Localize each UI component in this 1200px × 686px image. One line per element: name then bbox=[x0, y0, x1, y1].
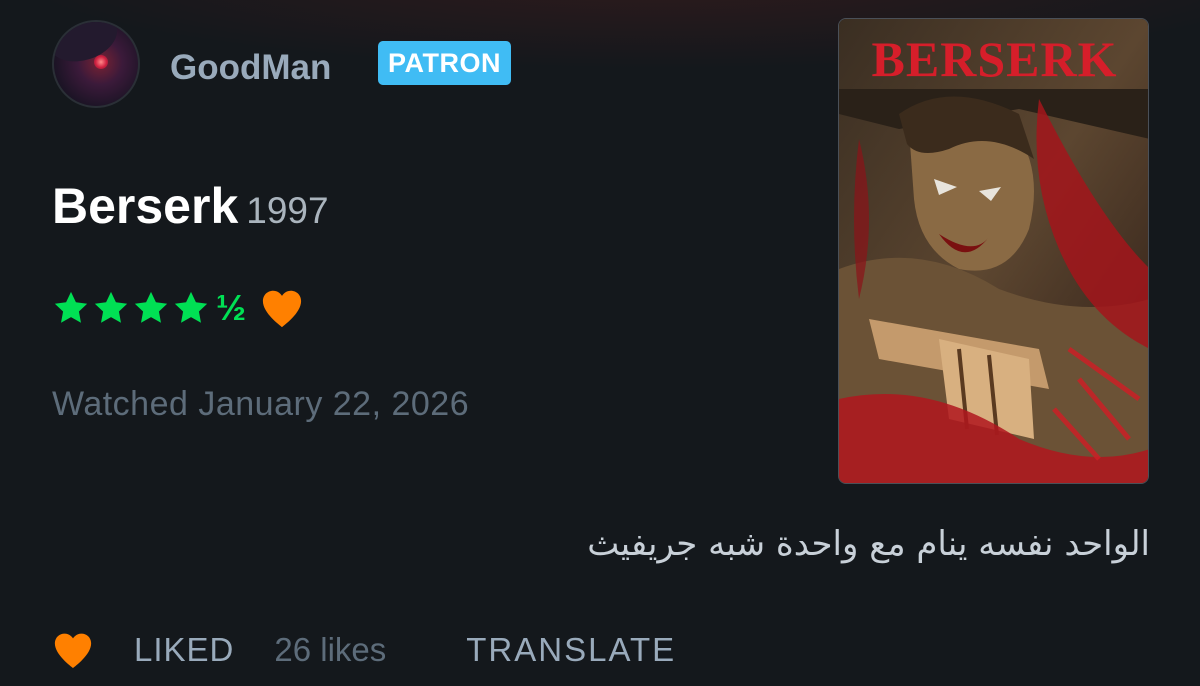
translate-button[interactable]: TRANSLATE bbox=[466, 631, 676, 669]
review-actions: LIKED 26 likes TRANSLATE bbox=[52, 628, 676, 672]
film-title-row: Berserk 1997 bbox=[52, 176, 329, 249]
liked-button[interactable]: LIKED bbox=[134, 631, 234, 669]
half-star: ½ bbox=[216, 287, 247, 328]
star-icon bbox=[94, 291, 128, 323]
poster-title: BERSERK bbox=[871, 31, 1118, 87]
watched-date: Watched January 22, 2026 bbox=[52, 385, 470, 423]
star-icon bbox=[54, 291, 88, 323]
avatar-eye bbox=[94, 55, 108, 69]
film-title[interactable]: Berserk bbox=[52, 178, 238, 234]
username[interactable]: GoodMan bbox=[170, 48, 331, 88]
like-heart-icon[interactable] bbox=[52, 631, 94, 669]
poster-artwork bbox=[839, 19, 1148, 483]
rating: ½ bbox=[52, 286, 304, 330]
film-year[interactable]: 1997 bbox=[246, 190, 328, 231]
star-icon bbox=[134, 291, 168, 323]
review-text: الواحد نفسه ينام مع واحدة شبه جريفيث bbox=[587, 524, 1150, 564]
avatar-hair bbox=[54, 22, 124, 70]
likes-count[interactable]: 26 likes bbox=[274, 631, 386, 669]
star-icon bbox=[174, 291, 208, 323]
film-poster[interactable]: BERSERK bbox=[838, 18, 1149, 484]
heart-icon bbox=[262, 290, 302, 328]
patron-badge: PATRON bbox=[378, 41, 511, 85]
avatar[interactable] bbox=[52, 20, 140, 108]
